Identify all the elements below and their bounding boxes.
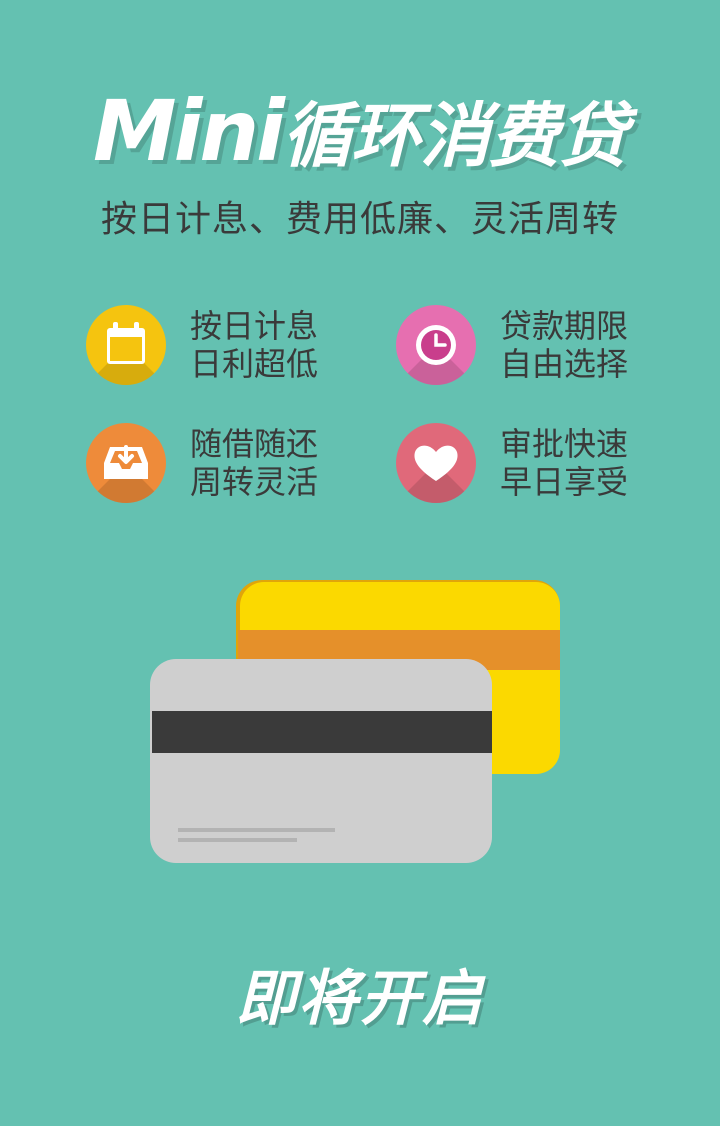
- feature-text: 随借随还 周转灵活: [190, 425, 318, 501]
- feature-badge: [86, 305, 166, 385]
- feature-title: 贷款期限: [500, 307, 629, 345]
- clock-icon: [416, 325, 456, 365]
- feature-title: 按日计息: [190, 307, 319, 345]
- feature-text: 审批快速 早日享受: [500, 425, 628, 501]
- heart-icon: [414, 445, 458, 481]
- calendar-icon: [107, 322, 145, 364]
- feature-desc: 日利超低: [190, 345, 319, 383]
- feature-text: 按日计息 日利超低: [190, 307, 318, 383]
- cards-illustration: [150, 580, 570, 870]
- title-prefix: Mini: [93, 82, 285, 180]
- feature-title: 随借随还: [190, 425, 319, 463]
- feature-desc: 周转灵活: [190, 463, 319, 501]
- feature-desc: 早日享受: [500, 463, 629, 501]
- feature-badge: [86, 423, 166, 503]
- feature-loan-term: 贷款期限 自由选择: [396, 305, 696, 389]
- inbox-download-icon: [104, 445, 148, 479]
- page-subtitle: 按日计息、费用低廉、灵活周转: [100, 199, 619, 240]
- feature-desc: 自由选择: [500, 345, 629, 383]
- feature-badge: [396, 423, 476, 503]
- feature-fast-approval: 审批快速 早日享受: [396, 423, 696, 507]
- feature-badge: [396, 305, 476, 385]
- feature-flexible-repay: 随借随还 周转灵活: [86, 423, 386, 507]
- feature-title: 审批快速: [500, 425, 629, 463]
- app-title: Mini循环消费贷: [0, 80, 720, 181]
- credit-cards-illustration: [150, 580, 560, 863]
- coming-soon-label: 即将开启: [236, 964, 484, 1034]
- feature-daily-interest: 按日计息 日利超低: [86, 305, 386, 389]
- feature-text: 贷款期限 自由选择: [500, 307, 628, 383]
- title-suffix: 循环消费贷: [281, 95, 628, 177]
